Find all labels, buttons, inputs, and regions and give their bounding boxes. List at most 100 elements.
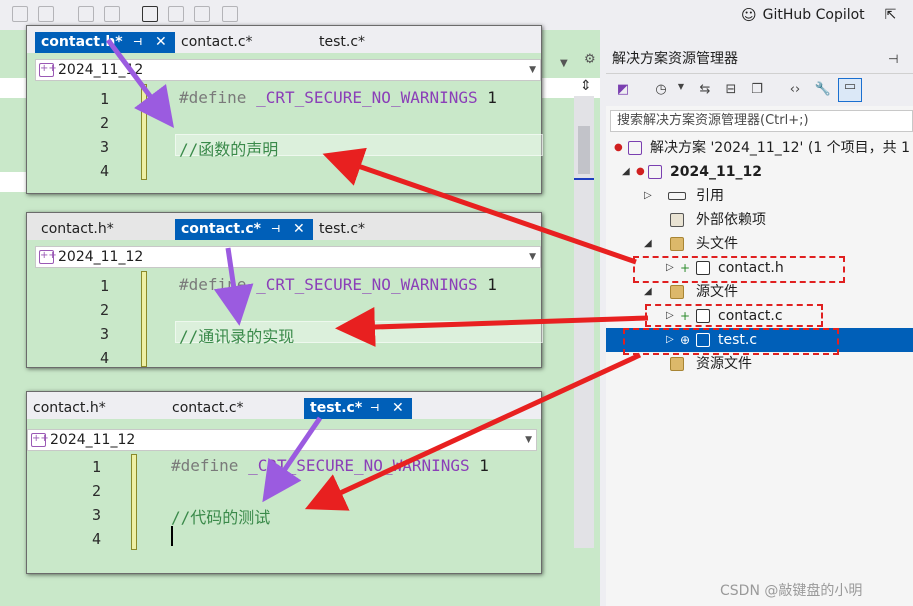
expand-down-icon[interactable]: ◢ [644,280,652,304]
show-all-files-icon[interactable]: ❐ [748,82,766,98]
close-icon[interactable]: ✕ [155,32,167,53]
pin-icon[interactable]: ⊣ [271,219,280,240]
tab-contact-h[interactable]: contact.h* ⊣ ✕ [35,32,175,53]
tab-label: contact.c* [181,34,253,50]
project-name: 2024_11_12 [58,62,144,78]
tab-strip: contact.h* ⊣ ✕ contact.c* test.c* [27,26,541,53]
project-icon: ++ [39,250,57,264]
solution-search-input[interactable]: 搜索解决方案资源管理器(Ctrl+;) [610,110,913,132]
solution-explorer-toolbar: ◩ ◷ ▼ ⇆ ⊟ ❐ ‹› 🔧 ▭ [606,74,913,106]
project-dropdown[interactable]: ++ 2024_11_12 ▼ [35,246,541,268]
editor-panel-test-c: contact.h* contact.c* test.c* ⊣ ✕ ++ 202… [26,391,542,574]
line-number: 3 [99,138,109,156]
expand-down-icon[interactable]: ◢ [644,232,652,256]
chevron-down-icon[interactable]: ▼ [525,430,532,450]
code-line-3: //函数的声明 [179,140,279,159]
scroll-marker [574,178,594,180]
indent-icon[interactable] [78,6,94,22]
expand-down-icon[interactable]: ◢ [622,160,630,184]
tab-label: contact.h* [33,400,106,416]
tab-label: test.c* [310,400,363,416]
properties-wrench-icon[interactable]: 🔧 [814,82,832,98]
code-line-3: //通讯录的实现 [179,327,295,346]
tab-label: contact.h* [41,221,114,237]
tab-label: test.c* [319,34,366,50]
code-view-icon[interactable]: ‹› [786,82,804,98]
tree-solution[interactable]: ● 解决方案 '2024_11_12' (1 个项目，共 1 个) [606,136,913,160]
share-icon[interactable]: ⇱ [885,7,897,23]
gear-icon[interactable]: ⚙ [584,52,596,67]
clear-bookmarks-icon[interactable] [222,6,238,22]
line-number: 1 [99,277,109,295]
uncomment-icon[interactable] [38,6,54,22]
vertical-scrollbar[interactable] [574,96,594,548]
tab-label: contact.c* [172,400,244,416]
pin-icon[interactable]: ⊣ [133,32,142,53]
status-dot-icon: ● [636,166,645,177]
line-number: 4 [99,162,109,180]
tab-contact-h[interactable]: contact.h* [27,398,166,419]
github-copilot-button[interactable]: ☺ GitHub Copilot ⇱ [741,5,896,25]
close-icon[interactable]: ✕ [293,219,305,240]
preview-selected-icon[interactable]: ▭ [838,78,862,102]
code-area[interactable]: 1 2 3 4 #define _CRT_SECURE_NO_WARNINGS … [35,271,543,367]
dropdown-arrow-icon[interactable]: ▼ [560,58,568,69]
change-indicator [131,454,137,550]
outdent-icon[interactable] [104,6,120,22]
chevron-down-icon[interactable]: ▼ [529,60,536,80]
prev-bookmark-icon[interactable] [168,6,184,22]
vs-switch-icon[interactable]: ◩ [614,82,632,98]
highlight-box-test-c [623,328,839,355]
line-number: 2 [91,482,101,500]
code-line-1: #define _CRT_SECURE_NO_WARNINGS 1 [179,275,497,294]
tab-label: contact.c* [181,221,261,237]
line-number: 1 [99,90,109,108]
references-icon [668,192,686,200]
tab-contact-c[interactable]: contact.c* [166,398,304,419]
project-dropdown[interactable]: ++ 2024_11_12 ▼ [27,429,537,451]
split-icon[interactable]: ⇕ [580,78,592,94]
scroll-thumb[interactable] [578,126,590,174]
tab-test-c[interactable]: test.c* [313,32,425,53]
tree-references[interactable]: ▷ 引用 [606,184,913,208]
filter-folder-icon [670,285,684,299]
status-dot-icon: ● [614,142,623,153]
expand-right-icon[interactable]: ▷ [644,184,652,208]
tree-project[interactable]: ◢ ● 2024_11_12 [606,160,913,184]
tab-contact-c[interactable]: contact.c* ⊣ ✕ [175,219,313,240]
tree-source-files[interactable]: ◢ 源文件 [606,280,913,304]
project-name: 2024_11_12 [58,249,144,265]
project-icon: ++ [39,63,57,77]
next-bookmark-icon[interactable] [194,6,210,22]
tree-resource-files[interactable]: 资源文件 [606,352,913,376]
line-number: 3 [91,506,101,524]
solution-icon [628,141,642,155]
comment-icon[interactable] [12,6,28,22]
code-area[interactable]: 1 2 3 4 #define _CRT_SECURE_NO_WARNINGS … [35,84,543,193]
external-deps-icon [670,213,684,227]
bookmark-icon[interactable] [142,6,158,22]
line-number: 1 [91,458,101,476]
tree-header-files[interactable]: ◢ 头文件 [606,232,913,256]
line-number: 2 [99,301,109,319]
project-icon [648,165,662,179]
tab-contact-h[interactable]: contact.h* [35,219,175,240]
pin-icon[interactable]: ⊣ [370,398,379,419]
tab-test-c[interactable]: test.c* ⊣ ✕ [304,398,412,419]
panel-title: 解决方案资源管理器 [612,51,738,67]
chevron-down-icon[interactable]: ▼ [529,247,536,267]
code-area[interactable]: 1 2 3 4 #define _CRT_SECURE_NO_WARNINGS … [27,454,541,573]
change-indicator [141,271,147,367]
history-icon[interactable]: ◷ [652,82,670,98]
tree-external-deps[interactable]: 外部依赖项 [606,208,913,232]
sync-icon[interactable]: ⇆ [696,82,714,98]
project-dropdown[interactable]: ++ 2024_11_12 ▼ [35,59,541,81]
line-number: 2 [99,114,109,132]
tab-contact-c[interactable]: contact.c* [175,32,313,53]
tab-test-c[interactable]: test.c* [313,219,425,240]
close-icon[interactable]: ✕ [392,398,404,419]
pin-icon[interactable]: ⊣ [888,44,898,74]
chevron-down-icon[interactable]: ▼ [672,82,690,98]
highlight-box-contact-h [633,256,845,283]
collapse-all-icon[interactable]: ⊟ [722,82,740,98]
